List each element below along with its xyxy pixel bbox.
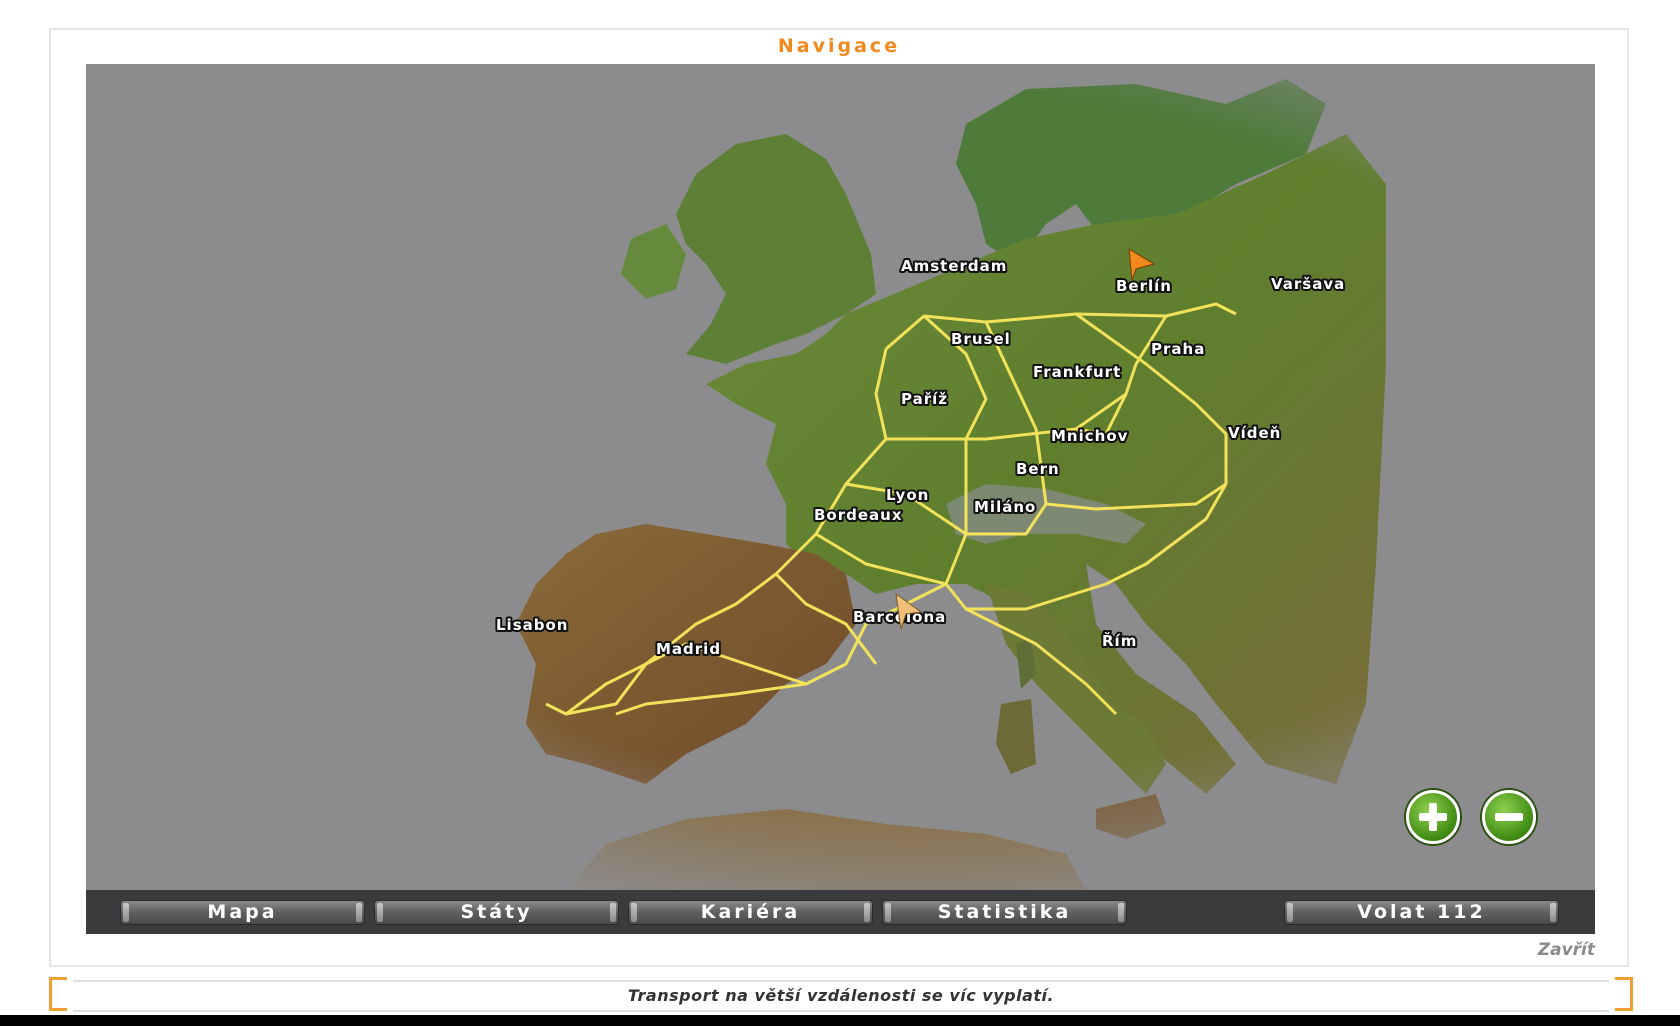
europe-map[interactable]: Amsterdam Berlín Varšava Brusel Praha Fr… bbox=[86, 64, 1595, 890]
city-label-bern[interactable]: Bern bbox=[1014, 458, 1061, 480]
city-label-berlin[interactable]: Berlín bbox=[1114, 275, 1173, 297]
tip-bracket-right bbox=[1615, 977, 1633, 1011]
zoom-in-button[interactable] bbox=[1406, 790, 1460, 844]
city-label-brussels[interactable]: Brusel bbox=[949, 328, 1012, 350]
map-button[interactable]: Mapa bbox=[120, 900, 365, 925]
city-label-amsterdam[interactable]: Amsterdam bbox=[899, 255, 1008, 277]
tip-divider-top bbox=[73, 980, 1609, 982]
window-title: Navigace bbox=[777, 35, 901, 57]
statistics-button[interactable]: Statistika bbox=[882, 900, 1127, 925]
city-label-vienna[interactable]: Vídeň bbox=[1226, 422, 1282, 444]
city-label-frankfurt[interactable]: Frankfurt bbox=[1031, 361, 1122, 383]
bottom-strip bbox=[0, 1015, 1680, 1026]
tip-divider-bottom bbox=[73, 1010, 1609, 1012]
city-label-paris[interactable]: Paříž bbox=[899, 388, 949, 410]
bottom-toolbar: Mapa Státy Kariéra Statistika Volat 112 bbox=[86, 890, 1595, 934]
states-button[interactable]: Státy bbox=[374, 900, 619, 925]
map-canvas: Amsterdam Berlín Varšava Brusel Praha Fr… bbox=[86, 64, 1595, 890]
city-label-lisbon[interactable]: Lisabon bbox=[494, 614, 569, 636]
city-label-prague[interactable]: Praha bbox=[1149, 338, 1206, 360]
career-button[interactable]: Kariéra bbox=[628, 900, 873, 925]
city-label-milan[interactable]: Miláno bbox=[972, 496, 1037, 518]
city-label-madrid[interactable]: Madrid bbox=[654, 638, 722, 660]
call-112-button[interactable]: Volat 112 bbox=[1284, 900, 1559, 925]
close-link[interactable]: Zavřít bbox=[1538, 940, 1595, 960]
city-label-rome[interactable]: Řím bbox=[1100, 629, 1138, 652]
city-label-lyon[interactable]: Lyon bbox=[884, 484, 930, 506]
zoom-out-button[interactable] bbox=[1482, 790, 1536, 844]
tip-bar: Transport na větší vzdálenosti se víc vy… bbox=[49, 977, 1633, 1013]
city-label-bordeaux[interactable]: Bordeaux bbox=[812, 504, 904, 526]
city-label-munich[interactable]: Mnichov bbox=[1049, 425, 1129, 447]
city-label-warsaw[interactable]: Varšava bbox=[1269, 273, 1346, 295]
tip-text: Transport na větší vzdálenosti se víc vy… bbox=[627, 986, 1055, 1005]
navigation-window: Navigace Amsterdam Berlín Varšava Brusel… bbox=[49, 28, 1629, 967]
